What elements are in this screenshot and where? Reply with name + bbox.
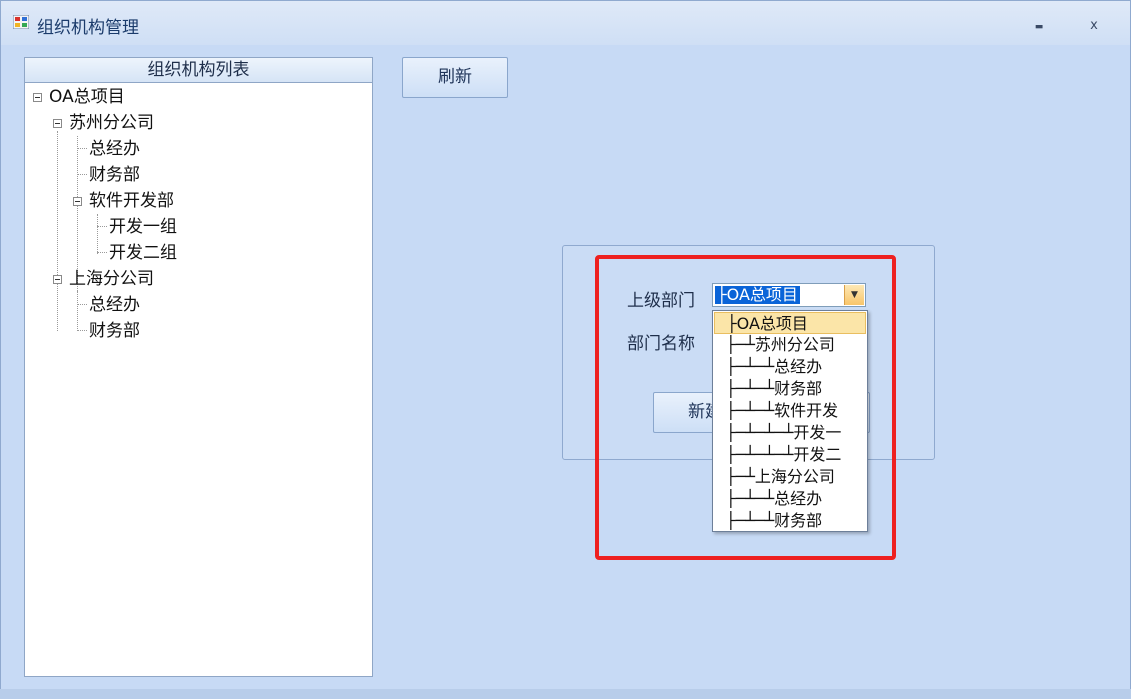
tree-node-dev-group-1[interactable]: 开发一组 [109, 216, 177, 238]
tree-node-root[interactable]: OA总项目 [49, 86, 125, 108]
refresh-button[interactable]: 刷新 [402, 57, 508, 98]
tree-node-shanghai[interactable]: 上海分公司 [69, 268, 154, 290]
minimize-button[interactable]: ▬ [1026, 17, 1052, 35]
tree-line [77, 330, 87, 331]
tree-line [97, 214, 98, 254]
window-title: 组织机构管理 [37, 18, 139, 38]
status-strip [0, 689, 1131, 699]
tree-node-software-dev[interactable]: 软件开发部 [89, 190, 174, 212]
tree-node-dev-group-2[interactable]: 开发二组 [109, 242, 177, 264]
close-icon: x [1090, 18, 1098, 33]
app-icon [13, 15, 29, 29]
tree-line [57, 131, 58, 331]
tree-node-shanghai-finance[interactable]: 财务部 [89, 320, 140, 342]
collapse-icon[interactable] [33, 93, 42, 102]
tree-node-suzhou-finance[interactable]: 财务部 [89, 164, 140, 186]
org-tree[interactable]: OA总项目 苏州分公司 总经办 财务部 软件开发部 开发一组 开发二组 上海分公… [24, 83, 373, 677]
tree-line [97, 252, 107, 253]
close-button[interactable]: x [1081, 17, 1107, 35]
tree-header: 组织机构列表 [24, 57, 373, 83]
tree-line [77, 291, 78, 331]
tree-node-shanghai-gm-office[interactable]: 总经办 [89, 294, 140, 316]
tree-line [77, 148, 87, 149]
collapse-icon[interactable] [53, 275, 62, 284]
minimize-icon: ▬ [1034, 22, 1044, 32]
collapse-icon[interactable] [53, 119, 62, 128]
tree-line [77, 304, 87, 305]
tree-line [77, 174, 87, 175]
annotation-highlight-box [595, 255, 896, 560]
title-bar[interactable]: 组织机构管理 ▬ x [1, 1, 1130, 45]
collapse-icon[interactable] [73, 197, 82, 206]
tree-line [97, 226, 107, 227]
tree-node-suzhou[interactable]: 苏州分公司 [69, 112, 154, 134]
tree-node-suzhou-gm-office[interactable]: 总经办 [89, 138, 140, 160]
